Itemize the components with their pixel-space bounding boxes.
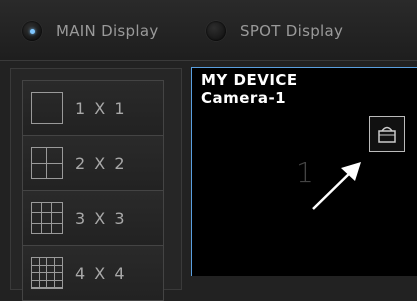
layout-4x4-label: 4 X 4 <box>75 263 127 283</box>
camera-menu-button[interactable] <box>369 116 405 152</box>
camera-tile[interactable]: MY DEVICE Camera-1 1 <box>191 67 417 276</box>
channel-number: 1 <box>296 156 314 189</box>
layout-4x4-button[interactable]: 4 X 4 <box>22 245 164 301</box>
spot-display-label: SPOT Display <box>240 22 344 40</box>
spot-display-option[interactable]: SPOT Display <box>206 18 343 44</box>
display-selector-bar: MAIN Display SPOT Display <box>0 0 417 61</box>
layout-3x3-icon <box>31 202 63 234</box>
camera-menu-icon <box>378 126 396 143</box>
main-display-option[interactable]: MAIN Display <box>22 18 159 44</box>
layout-3x3-button[interactable]: 3 X 3 <box>22 190 164 245</box>
layout-4x4-icon <box>31 257 63 289</box>
spot-display-radio[interactable] <box>206 21 226 41</box>
main-display-radio[interactable] <box>22 21 42 41</box>
device-name: MY DEVICE <box>201 71 298 89</box>
layout-3x3-label: 3 X 3 <box>75 208 127 228</box>
layout-1x1-label: 1 X 1 <box>75 98 127 118</box>
main-display-label: MAIN Display <box>56 22 159 40</box>
camera-name: Camera-1 <box>201 89 287 107</box>
layout-2x2-button[interactable]: 2 X 2 <box>22 135 164 190</box>
layout-1x1-icon <box>31 92 63 124</box>
layout-2x2-label: 2 X 2 <box>75 153 127 173</box>
layout-list: 1 X 1 2 X 2 3 X 3 4 X 4 <box>22 80 164 301</box>
layout-1x1-button[interactable]: 1 X 1 <box>22 80 164 135</box>
layout-2x2-icon <box>31 147 63 179</box>
